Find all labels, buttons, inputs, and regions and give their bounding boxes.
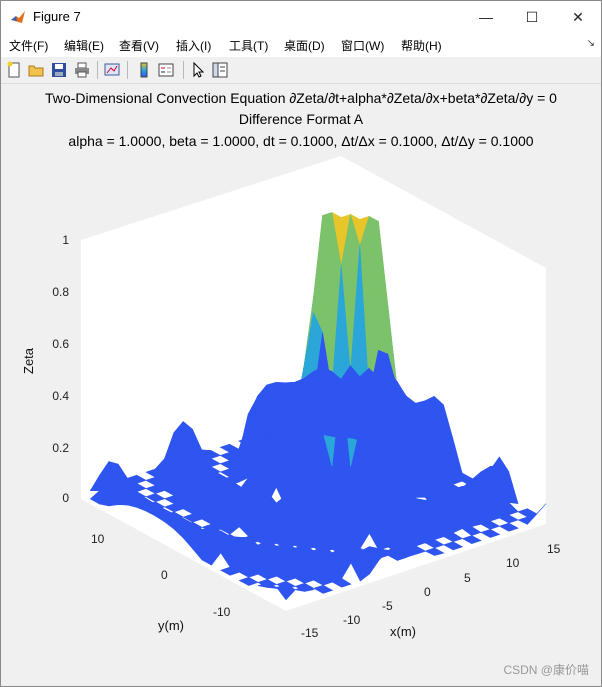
edit-plot-arrow-icon[interactable] xyxy=(189,61,207,79)
x-tick-label: -10 xyxy=(343,613,361,627)
link-plot-icon[interactable] xyxy=(103,61,121,79)
menu-desktop[interactable]: 桌面(D) xyxy=(284,37,325,54)
save-icon[interactable] xyxy=(50,61,68,79)
z-tick-label: 0.2 xyxy=(52,441,69,455)
z-tick-label: 0.8 xyxy=(52,285,69,299)
minimize-button[interactable]: — xyxy=(463,1,509,33)
legend-icon[interactable] xyxy=(157,61,175,79)
menu-window[interactable]: 窗口(W) xyxy=(341,37,384,54)
matlab-icon xyxy=(11,11,25,23)
menu-view[interactable]: 查看(V) xyxy=(119,37,159,54)
watermark: CSDN @康价喵 xyxy=(503,663,589,677)
x-tick-label: 10 xyxy=(506,556,520,570)
figure-canvas: Two-Dimensional Convection Equation ∂Zet… xyxy=(1,84,601,686)
z-tick-label: 0 xyxy=(62,491,69,505)
figure-window: Figure 7 — ☐ ✕ 文件(F) 编辑(E) 查看(V) 插入(I) 工… xyxy=(0,0,602,687)
x-tick-label: 5 xyxy=(464,571,471,585)
print-icon[interactable] xyxy=(73,61,91,79)
plot-title-line1: Two-Dimensional Convection Equation ∂Zet… xyxy=(45,90,557,106)
toolbar-separator xyxy=(97,61,98,79)
x-tick-label: 0 xyxy=(424,585,431,599)
y-tick-label: 10 xyxy=(91,532,105,546)
close-button[interactable]: ✕ xyxy=(555,1,601,33)
x-tick-label: 15 xyxy=(547,542,561,556)
z-axis-label: Zeta xyxy=(21,347,36,374)
new-figure-icon[interactable] xyxy=(5,61,23,79)
toolbar-separator xyxy=(127,61,128,79)
x-tick-label: -15 xyxy=(301,626,319,640)
z-tick-label: 0.6 xyxy=(52,337,69,351)
y-tick-label: 0 xyxy=(161,568,168,582)
menu-help[interactable]: 帮助(H) xyxy=(401,37,442,54)
open-file-icon[interactable] xyxy=(27,61,45,79)
menu-edit[interactable]: 编辑(E) xyxy=(64,37,104,54)
y-axis-label: y(m) xyxy=(158,618,184,633)
surface-plot-axes[interactable] xyxy=(1,156,601,686)
z-tick-label: 1 xyxy=(62,233,69,247)
title-bar: Figure 7 — ☐ ✕ xyxy=(1,1,601,33)
colorbar-icon[interactable] xyxy=(135,61,153,79)
toolbar-separator xyxy=(183,61,184,79)
plot-title-line3: alpha = 1.0000, beta = 1.0000, dt = 0.10… xyxy=(68,133,534,149)
z-tick-label: 0.4 xyxy=(52,389,69,403)
menu-tools[interactable]: 工具(T) xyxy=(229,37,268,54)
menu-bar: 文件(F) 编辑(E) 查看(V) 插入(I) 工具(T) 桌面(D) 窗口(W… xyxy=(1,33,601,57)
window-title: Figure 7 xyxy=(33,9,81,24)
x-axis-label: x(m) xyxy=(390,624,416,639)
property-inspector-icon[interactable] xyxy=(211,61,229,79)
menu-file[interactable]: 文件(F) xyxy=(9,37,48,54)
maximize-button[interactable]: ☐ xyxy=(509,1,555,33)
menu-insert[interactable]: 插入(I) xyxy=(176,37,211,54)
x-tick-label: -5 xyxy=(382,599,393,613)
toolbar xyxy=(1,57,601,84)
menu-overflow-icon[interactable]: ↘ xyxy=(587,38,595,49)
y-tick-label: -10 xyxy=(213,605,231,619)
plot-title-line2: Difference Format A xyxy=(238,111,364,127)
